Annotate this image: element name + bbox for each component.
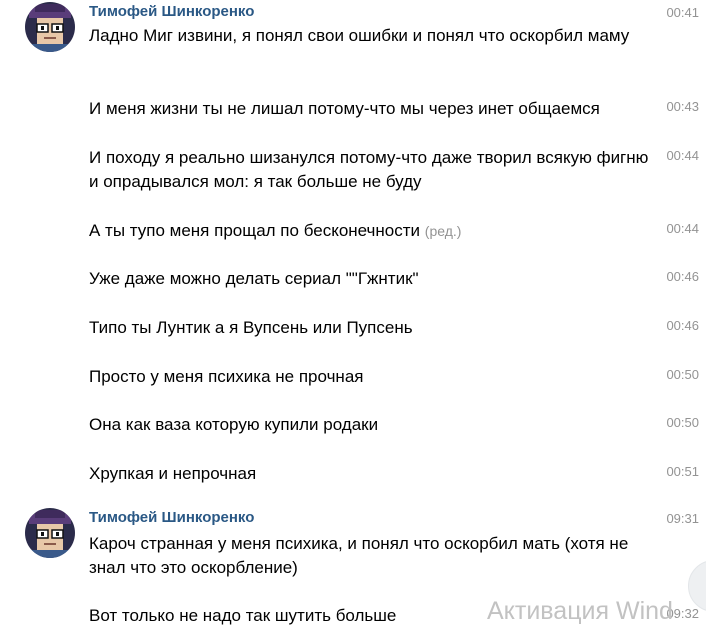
message-time: 00:44 <box>666 148 699 163</box>
message-text: Типо ты Лунтик а я Вупсень или Пупсень <box>89 318 413 337</box>
avatar-glasses-hat-icon <box>25 508 75 558</box>
message-time: 09:31 <box>666 511 699 526</box>
message-text: Ладно Миг извини, я понял свои ошибки и … <box>89 26 630 45</box>
edited-mark: (ред.) <box>424 223 462 239</box>
message-text: А ты тупо меня прощал по бесконечности <box>89 221 421 240</box>
message-text: И походу я реально шизанулся потому-что … <box>89 148 649 191</box>
author-name[interactable]: Тимофей Шинкоренко <box>89 509 254 527</box>
message-text: Вот только не надо так шутить больше <box>89 606 397 625</box>
message-text: Уже даже можно делать сериал ""Гжнтик" <box>89 269 419 288</box>
avatar[interactable] <box>25 508 75 558</box>
message-time: 00:50 <box>666 415 699 430</box>
message-time: 00:41 <box>666 5 699 20</box>
message-text: Хрупкая и непрочная <box>89 464 257 483</box>
message-time: 00:46 <box>666 318 699 333</box>
message-text: Просто у меня психика не прочная <box>89 367 364 386</box>
message-text-edited: А ты тупо меня прощал по бесконечности (… <box>89 219 649 243</box>
message-text: И меня жизни ты не лишал потому-что мы ч… <box>89 99 600 118</box>
message-text: Кароч странная у меня психика, и понял ч… <box>89 534 629 577</box>
author-name[interactable]: Тимофей Шинкоренко <box>89 3 254 21</box>
message-time: 00:43 <box>666 99 699 114</box>
message-time: 00:50 <box>666 367 699 382</box>
message-time: 00:46 <box>666 269 699 284</box>
avatar[interactable] <box>25 2 75 52</box>
message-time: 00:44 <box>666 221 699 236</box>
message-text: Она как ваза которую купили родаки <box>89 415 379 434</box>
message-time: 00:51 <box>666 464 699 479</box>
message-time: 09:32 <box>666 606 699 621</box>
avatar-glasses-hat-icon <box>25 2 75 52</box>
